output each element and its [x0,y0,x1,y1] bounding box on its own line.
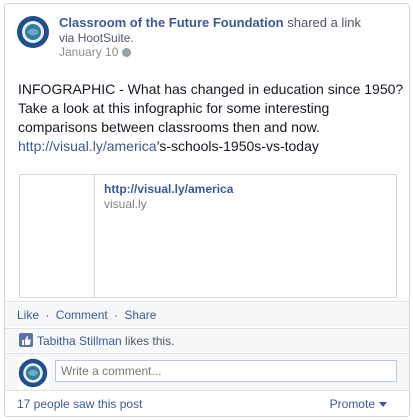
page-avatar[interactable] [15,14,51,50]
post-text-line: INFOGRAPHIC - What has changed in educat… [18,81,404,97]
seen-count-link[interactable]: 17 people saw this post [17,391,142,416]
post-actions-bar: Like · Comment · Share [5,301,409,327]
post-header: Classroom of the Future Foundation share… [15,14,405,62]
comment-composer [5,353,409,390]
classroom-logo-icon [15,14,51,50]
globe-icon [122,48,132,57]
post-link-line: http://visual.ly/america’s-schools-1950s… [18,137,406,156]
post-url-rest: ’s-schools-1950s-vs-today [156,138,319,154]
commenter-avatar [17,357,49,389]
action-separator: · [45,308,50,322]
caret-down-icon[interactable] [379,402,387,407]
liker-name-link[interactable]: Tabitha Stillman [37,334,122,348]
attachment-thumbnail[interactable] [20,175,95,297]
action-separator: · [114,308,119,322]
post-card: Classroom of the Future Foundation share… [4,3,410,417]
likes-summary: Tabitha Stillman likes this. [5,328,409,352]
share-action-text: shared a link [287,15,361,30]
post-text-line: Take a look at this infographic for some… [18,100,330,116]
classroom-logo-icon [17,357,49,389]
share-link[interactable]: Share [124,308,156,322]
promote-button[interactable]: Promote [330,391,375,416]
author-line: Classroom of the Future Foundation share… [59,15,361,31]
timestamp-link[interactable]: January 10 [59,45,118,59]
thumbs-up-icon [19,333,33,347]
attachment-title-link[interactable]: http://visual.ly/america [104,182,233,196]
post-message: INFOGRAPHIC - What has changed in educat… [18,80,406,156]
author-name-link[interactable]: Classroom of the Future Foundation [59,15,284,30]
attachment-domain: visual.ly [104,197,147,211]
comment-input[interactable] [55,360,397,382]
comment-link[interactable]: Comment [56,308,108,322]
likes-suffix: likes this. [121,334,175,348]
link-attachment[interactable]: http://visual.ly/america visual.ly [19,174,397,298]
via-app-link[interactable]: HootSuite [78,31,131,45]
via-prefix: via [59,31,78,45]
via-line: via HootSuite. [59,31,134,46]
post-text-line: comparisons between classrooms then and … [18,119,320,135]
via-suffix: . [130,31,134,45]
post-footer: 17 people saw this post Promote [5,390,409,416]
timestamp-line: January 10 [59,45,132,60]
post-url-link[interactable]: http://visual.ly/america [18,138,157,154]
like-link[interactable]: Like [17,308,39,322]
